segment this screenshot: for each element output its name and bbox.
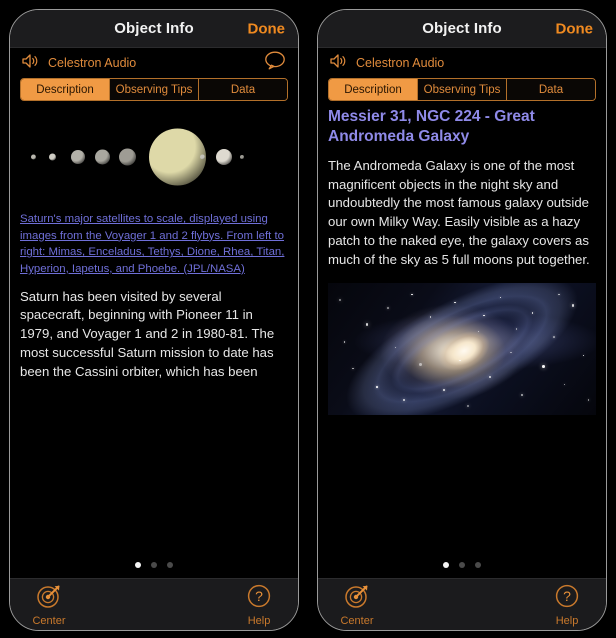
tab-segmented-control[interactable]: Description Observing Tips Data <box>328 78 596 101</box>
phone-frame-andromeda: Object Info Done Celestron Audio Descrip… <box>317 9 607 631</box>
speech-bubble-icon[interactable] <box>264 51 286 75</box>
star <box>483 314 485 317</box>
question-mark-icon: ? <box>246 583 272 614</box>
star <box>531 312 534 315</box>
galaxy-core <box>426 318 500 383</box>
star <box>443 388 445 391</box>
star <box>386 307 389 309</box>
star <box>488 375 492 379</box>
star <box>542 365 546 368</box>
svg-text:?: ? <box>563 588 571 604</box>
image-caption-link[interactable]: Saturn's major satellites to scale, disp… <box>20 211 288 278</box>
moon-tethys <box>70 150 85 164</box>
center-button-label: Center <box>32 615 66 627</box>
moon-titan <box>148 128 206 186</box>
celestron-audio-label: Celestron Audio <box>356 56 445 70</box>
tab-observing-tips[interactable]: Observing Tips <box>418 79 507 100</box>
done-button[interactable]: Done <box>248 20 286 37</box>
page-dot[interactable] <box>151 562 157 568</box>
question-mark-icon: ? <box>554 583 580 614</box>
svg-text:?: ? <box>255 588 263 604</box>
moon-enceladus <box>49 153 57 161</box>
star <box>582 354 585 357</box>
page-title: Object Info <box>114 20 194 37</box>
star <box>453 301 456 304</box>
star <box>571 304 575 307</box>
moon-iapetus <box>215 149 232 165</box>
tab-segmented-control[interactable]: Description Observing Tips Data <box>20 78 288 101</box>
moon-rhea <box>119 148 137 166</box>
star <box>411 293 413 296</box>
star <box>376 386 378 388</box>
saturn-moons-to-scale-image <box>20 109 288 205</box>
celestron-audio-row[interactable]: Celestron Audio <box>10 48 298 78</box>
star <box>499 296 502 299</box>
star <box>403 399 406 402</box>
star <box>558 293 560 296</box>
object-title: Messier 31, NGC 224 - Great Andromeda Ga… <box>328 108 535 146</box>
star <box>344 341 346 343</box>
star <box>365 322 369 326</box>
target-center-icon <box>344 583 370 614</box>
speaker-icon[interactable] <box>20 53 40 74</box>
page-dot[interactable] <box>443 562 449 568</box>
page-title: Object Info <box>422 20 502 37</box>
celestron-audio-label: Celestron Audio <box>48 56 137 70</box>
star <box>429 316 432 318</box>
star <box>352 367 354 370</box>
bottom-toolbar: Center ? Help <box>10 578 298 630</box>
tab-description[interactable]: Description <box>21 79 110 100</box>
tab-observing-tips[interactable]: Observing Tips <box>110 79 199 100</box>
page-dot[interactable] <box>475 562 481 568</box>
navigation-bar: Object Info Done <box>318 10 606 48</box>
help-button[interactable]: ? Help <box>232 583 286 627</box>
description-body-text: The Andromeda Galaxy is one of the most … <box>328 157 590 267</box>
tab-description[interactable]: Description <box>329 79 418 100</box>
star <box>563 383 566 386</box>
moon-phoebe <box>239 155 244 159</box>
andromeda-galaxy-image <box>328 283 596 416</box>
moon-hyperion <box>199 154 205 160</box>
description-content-andromeda[interactable]: Messier 31, NGC 224 - Great Andromeda Ga… <box>318 101 606 552</box>
description-body-text: Saturn has been visited by several space… <box>20 288 275 379</box>
star <box>419 362 423 366</box>
moon-mimas <box>30 154 36 160</box>
done-button[interactable]: Done <box>556 20 594 37</box>
center-button[interactable]: Center <box>22 583 76 627</box>
star <box>587 399 590 401</box>
star <box>553 336 555 338</box>
page-indicator[interactable] <box>10 552 298 578</box>
tab-data[interactable]: Data <box>199 79 287 100</box>
phone-frame-saturn: Object Info Done Celestron Audio Descrip… <box>9 9 299 631</box>
page-indicator[interactable] <box>318 552 606 578</box>
star <box>395 346 397 349</box>
navigation-bar: Object Info Done <box>10 10 298 48</box>
help-button-label: Help <box>555 615 579 627</box>
moon-dione <box>95 149 111 165</box>
target-center-icon <box>36 583 62 614</box>
star <box>338 299 341 302</box>
bottom-toolbar: Center ? Help <box>318 578 606 630</box>
center-button-label: Center <box>340 615 374 627</box>
description-content-saturn[interactable]: Saturn's major satellites to scale, disp… <box>10 101 298 552</box>
center-button[interactable]: Center <box>330 583 384 627</box>
page-dot[interactable] <box>459 562 465 568</box>
help-button[interactable]: ? Help <box>540 583 594 627</box>
celestron-audio-row[interactable]: Celestron Audio <box>318 48 606 78</box>
star <box>467 404 470 407</box>
speaker-icon[interactable] <box>328 53 348 74</box>
screenshot-stage: Object Info Done Celestron Audio Descrip… <box>0 0 616 638</box>
star <box>520 394 524 397</box>
page-dot[interactable] <box>167 562 173 568</box>
page-dot[interactable] <box>135 562 141 568</box>
star <box>510 351 512 354</box>
tab-data[interactable]: Data <box>507 79 595 100</box>
star <box>515 328 518 330</box>
help-button-label: Help <box>247 615 271 627</box>
